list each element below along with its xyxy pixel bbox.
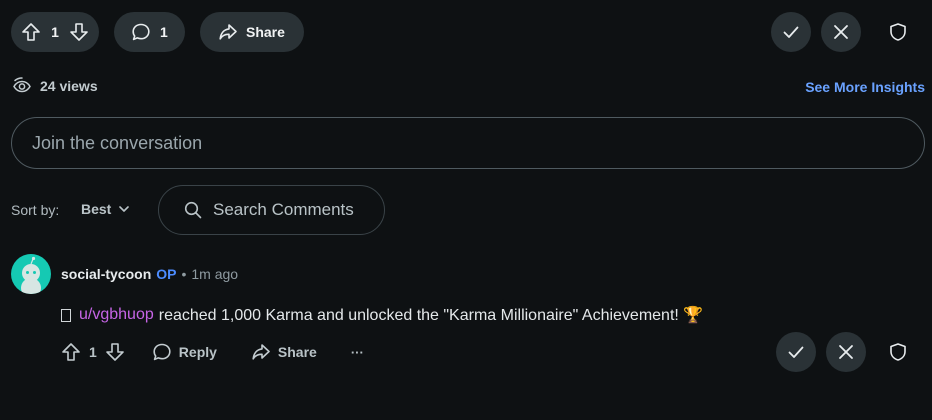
shield-icon [888, 22, 908, 42]
comment-vote-group: 1 [61, 342, 125, 362]
user-link[interactable]: u/vgbhuop [79, 306, 154, 324]
chevron-down-icon [117, 202, 131, 216]
check-icon [781, 22, 801, 42]
join-conversation-placeholder: Join the conversation [32, 132, 203, 153]
comment-approve-button[interactable] [776, 332, 816, 372]
comment-text: reached 1,000 Karma and unlocked the "Ka… [158, 307, 704, 324]
search-comments-input[interactable]: Search Comments [158, 185, 385, 235]
sort-value: Best [81, 201, 112, 217]
share-label: Share [246, 24, 285, 40]
views-eye-icon [12, 76, 32, 96]
reply-button[interactable]: Reply [152, 342, 217, 362]
comment-share-label: Share [277, 344, 317, 360]
remove-button[interactable] [821, 12, 861, 52]
see-more-insights-link[interactable]: See More Insights [805, 79, 925, 95]
close-icon [831, 22, 851, 42]
snoo-avatar-icon [21, 256, 41, 294]
comment-icon [131, 22, 151, 42]
comment-meta: social-tycoon OP • 1m ago [61, 266, 238, 282]
comment-vote-count: 1 [89, 344, 97, 360]
comment-share-icon [251, 342, 271, 362]
views-stat: 24 views [12, 76, 98, 96]
more-options-label: ··· [350, 344, 364, 360]
missing-glyph-icon [61, 308, 71, 322]
sort-dropdown[interactable]: Best [81, 201, 131, 217]
search-icon [183, 200, 203, 220]
comment-upvote-icon[interactable] [61, 342, 81, 362]
join-conversation-input[interactable]: Join the conversation [11, 117, 925, 169]
sort-label: Sort by: [11, 202, 60, 218]
comment-close-icon [836, 342, 856, 362]
vote-group: 1 [11, 12, 99, 52]
comment-check-icon [786, 342, 806, 362]
share-button[interactable]: Share [200, 12, 304, 52]
meta-separator: • [181, 266, 187, 282]
upvote-icon[interactable] [21, 22, 41, 42]
comments-button[interactable]: 1 [114, 12, 185, 52]
comment-body: u/vgbhuop reached 1,000 Karma and unlock… [61, 305, 703, 325]
op-badge: OP [156, 266, 177, 282]
search-comments-placeholder: Search Comments [213, 200, 354, 219]
comment-share-button[interactable]: Share [251, 342, 317, 362]
more-options-button[interactable]: ··· [351, 345, 364, 360]
comment-mod-shield-button[interactable] [878, 332, 918, 372]
comment-downvote-icon[interactable] [105, 342, 125, 362]
downvote-icon[interactable] [69, 22, 89, 42]
comment-shield-icon [888, 342, 908, 362]
comment-remove-button[interactable] [826, 332, 866, 372]
mod-shield-button[interactable] [878, 12, 918, 52]
reply-label: Reply [178, 344, 217, 360]
share-icon [218, 22, 238, 42]
comment-author[interactable]: social-tycoon [61, 266, 151, 282]
comment-actions: 1 Reply Share ··· [61, 340, 364, 364]
approve-button[interactable] [771, 12, 811, 52]
views-count: 24 views [40, 78, 98, 94]
comment-time: 1m ago [191, 266, 239, 282]
reply-icon [152, 342, 172, 362]
vote-count: 1 [51, 24, 59, 40]
avatar[interactable] [11, 254, 51, 294]
comment-count: 1 [160, 24, 168, 40]
